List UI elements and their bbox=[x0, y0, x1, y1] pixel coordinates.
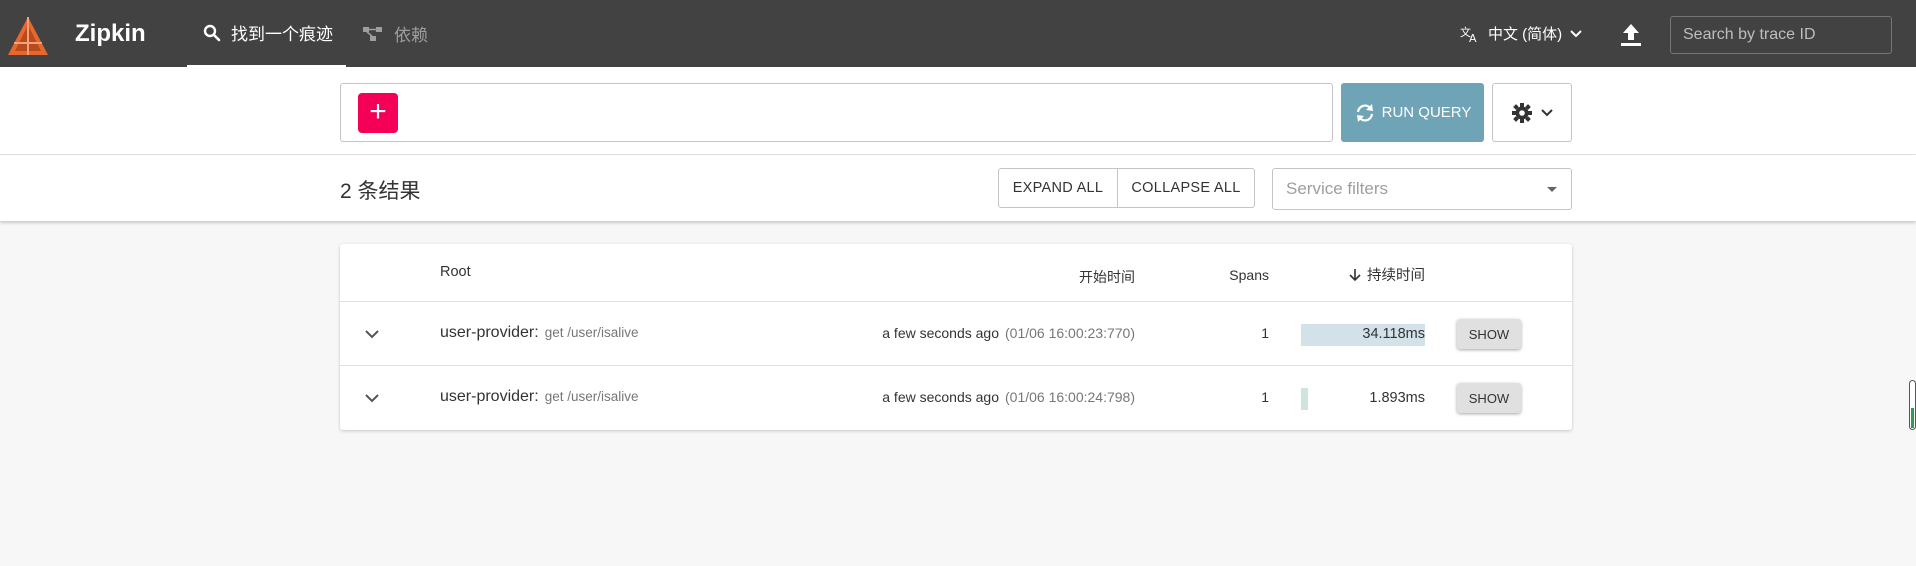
query-bar: + RUN QUERY bbox=[0, 67, 1916, 155]
start-time-absolute: (01/06 16:00:23:770) bbox=[1005, 325, 1135, 341]
search-icon bbox=[203, 24, 221, 41]
sort-arrow-down-icon bbox=[1349, 268, 1361, 281]
root-service: user-provider: get /user/isalive bbox=[440, 324, 639, 342]
span-name: get /user/isalive bbox=[544, 389, 639, 404]
start-time: a few seconds ago (01/06 16:00:23:770) bbox=[882, 325, 1135, 341]
table-header: Root 开始时间 Spans 持续时间 bbox=[340, 244, 1572, 302]
service-name: user-provider: bbox=[440, 388, 539, 405]
svg-text:A: A bbox=[1469, 32, 1477, 43]
service-filter-select[interactable]: Service filters bbox=[1272, 168, 1572, 210]
chevron-down-icon bbox=[1570, 29, 1582, 37]
span-name: get /user/isalive bbox=[544, 325, 639, 340]
scroll-indicator-fill bbox=[1911, 408, 1914, 428]
service-name: user-provider: bbox=[440, 324, 539, 341]
start-time: a few seconds ago (01/06 16:00:24:798) bbox=[882, 389, 1135, 405]
column-header-duration[interactable]: 持续时间 bbox=[1349, 264, 1425, 285]
show-trace-button[interactable]: SHOW bbox=[1457, 383, 1521, 413]
column-header-start-time[interactable]: 开始时间 bbox=[1079, 267, 1135, 287]
chevron-down-icon bbox=[1541, 108, 1553, 116]
service-filter-placeholder: Service filters bbox=[1286, 179, 1389, 198]
expand-row-chevron-icon[interactable] bbox=[362, 324, 382, 344]
column-header-spans[interactable]: Spans bbox=[1229, 267, 1269, 283]
table-row: user-provider: get /user/isalive a few se… bbox=[340, 302, 1572, 366]
start-time-relative: a few seconds ago bbox=[882, 325, 999, 341]
dependencies-icon bbox=[363, 26, 382, 41]
run-query-button[interactable]: RUN QUERY bbox=[1341, 83, 1484, 142]
duration-value: 34.118ms bbox=[1362, 326, 1425, 342]
add-criteria-button[interactable]: + bbox=[358, 93, 398, 133]
column-header-duration-label: 持续时间 bbox=[1367, 268, 1425, 284]
table-row: user-provider: get /user/isalive a few se… bbox=[340, 366, 1572, 430]
dropdown-arrow-icon bbox=[1547, 186, 1557, 192]
translate-icon: 文 A bbox=[1460, 25, 1477, 43]
span-count: 1 bbox=[1261, 325, 1269, 341]
span-count: 1 bbox=[1261, 389, 1269, 405]
trace-results-table: Root 开始时间 Spans 持续时间 user-provider: get /… bbox=[340, 244, 1572, 430]
tab-find-trace[interactable]: 找到一个痕迹 bbox=[187, 0, 346, 67]
result-count: 2 条结果 bbox=[340, 180, 421, 203]
trace-id-search-input[interactable] bbox=[1670, 16, 1892, 54]
zipkin-logo-icon bbox=[8, 17, 48, 55]
root-service: user-provider: get /user/isalive bbox=[440, 388, 639, 406]
language-selector[interactable]: 文 A 中文 (简体) bbox=[1460, 0, 1582, 67]
start-time-absolute: (01/06 16:00:24:798) bbox=[1005, 389, 1135, 405]
show-trace-button[interactable]: SHOW bbox=[1457, 319, 1521, 349]
expand-all-button[interactable]: EXPAND ALL bbox=[999, 169, 1118, 207]
gear-icon bbox=[1512, 102, 1532, 123]
refresh-icon bbox=[1356, 103, 1373, 122]
language-label: 中文 (简体) bbox=[1488, 26, 1563, 43]
tab-find-trace-label: 找到一个痕迹 bbox=[231, 25, 333, 44]
collapse-all-button[interactable]: COLLAPSE ALL bbox=[1118, 169, 1254, 207]
expand-row-chevron-icon[interactable] bbox=[362, 388, 382, 408]
tab-dependencies[interactable]: 依赖 bbox=[362, 0, 428, 67]
duration-value: 1.893ms bbox=[1369, 390, 1425, 406]
scroll-indicator[interactable] bbox=[1909, 380, 1916, 430]
expand-collapse-group: EXPAND ALL COLLAPSE ALL bbox=[998, 168, 1255, 208]
start-time-relative: a few seconds ago bbox=[882, 389, 999, 405]
top-app-bar: Zipkin 找到一个痕迹 依赖 文 A 中文 (简体) bbox=[0, 0, 1916, 67]
query-criteria-box[interactable]: + bbox=[340, 83, 1333, 142]
upload-icon[interactable] bbox=[1618, 22, 1644, 48]
duration-bar bbox=[1301, 388, 1308, 410]
column-header-root: Root bbox=[440, 264, 471, 280]
brand-name: Zipkin bbox=[75, 20, 146, 47]
run-query-label: RUN QUERY bbox=[1381, 104, 1472, 121]
settings-button[interactable] bbox=[1492, 83, 1572, 142]
tab-dependencies-label: 依赖 bbox=[394, 26, 428, 45]
results-toolbar: 2 条结果 EXPAND ALL COLLAPSE ALL Service fi… bbox=[0, 155, 1916, 221]
